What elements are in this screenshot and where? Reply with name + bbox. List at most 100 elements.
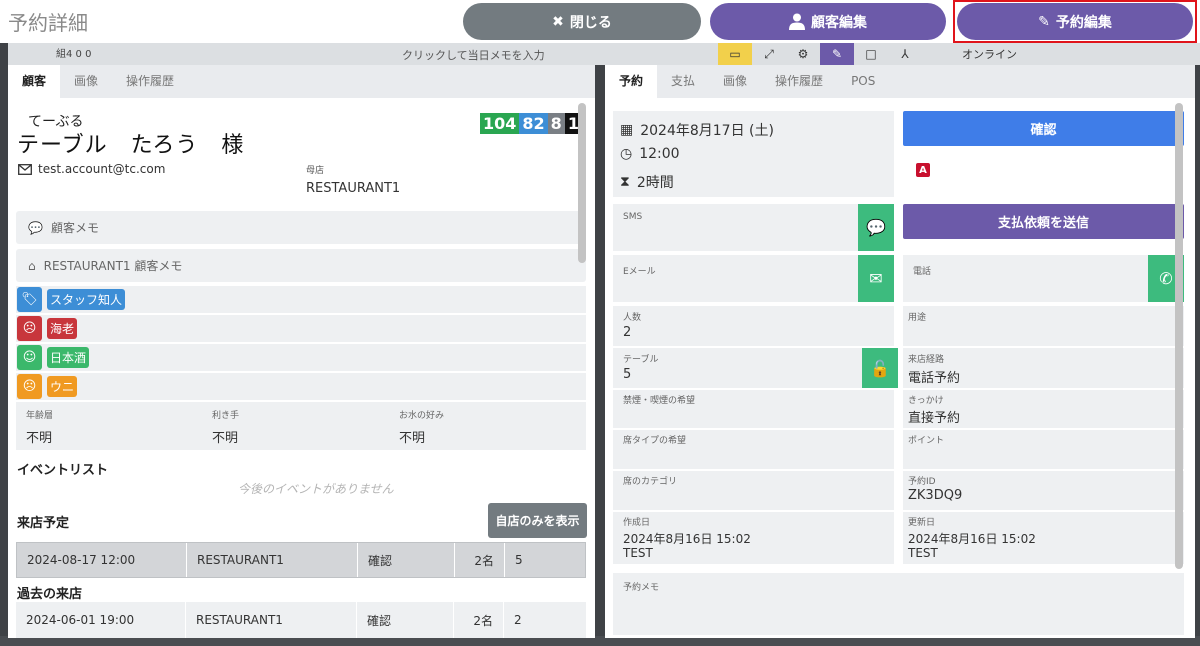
shop-memo-label: RESTAURANT1 顧客メモ	[43, 259, 183, 273]
shop-customer-memo[interactable]: ⌂ RESTAURANT1 顧客メモ	[16, 249, 586, 282]
customer-scrollbar[interactable]	[578, 103, 586, 263]
event-list-title: イベントリスト	[17, 463, 109, 478]
customer-memo[interactable]: 💬 顧客メモ	[16, 211, 586, 244]
sms-field	[613, 204, 894, 251]
attribute-value: 不明	[399, 431, 426, 446]
background-sidebar	[0, 43, 8, 646]
visit-status: 確認	[358, 543, 455, 577]
tab-pos[interactable]: POS	[837, 65, 889, 98]
edit-square-icon[interactable]: ✎	[820, 43, 854, 65]
background-memo-bar: 組4 0 0 クリックして当日メモを入力 ▭ ⤢ ⚙ ✎ □ ⅄ オンライン	[0, 43, 1200, 65]
table-row[interactable]: 2024-08-17 12:00 RESTAURANT1 確認 2名 5	[16, 542, 586, 578]
visit-status: 確認	[357, 602, 454, 638]
tag-row: ☺ 日本酒	[16, 344, 586, 371]
created-by: TEST	[623, 546, 653, 560]
visit-shop: RESTAURANT1	[186, 602, 357, 638]
unlock-icon[interactable]: 🔓	[862, 348, 898, 388]
visit-people: 2名	[454, 602, 504, 638]
reservation-id-value: ZK3DQ9	[908, 488, 963, 503]
tab-history[interactable]: 操作履歴	[112, 65, 188, 98]
reservation-scrollbar[interactable]	[1175, 103, 1183, 569]
store-icon: ⌂	[28, 258, 36, 273]
tab-images[interactable]: 画像	[709, 65, 761, 98]
page-title: 予約詳細	[8, 11, 88, 35]
send-payment-request-button[interactable]: 支払依頼を送信	[903, 204, 1184, 239]
reservation-id-label: 予約ID	[908, 477, 936, 487]
tag-row: ☹ ウニ	[16, 373, 586, 400]
seat-category-label: 席のカテゴリ	[623, 477, 678, 487]
tab-history[interactable]: 操作履歴	[761, 65, 837, 98]
tag-label: 日本酒	[47, 347, 90, 368]
envelope-icon	[18, 163, 32, 175]
gear-icon[interactable]: ⚙	[786, 43, 820, 65]
mail-icon[interactable]: ✉	[858, 255, 894, 302]
source-badge-icon: A	[916, 163, 930, 177]
tab-reservation[interactable]: 予約	[605, 65, 658, 98]
hourglass-icon: ⧗	[620, 174, 630, 190]
home-shop-value: RESTAURANT1	[306, 181, 401, 196]
sms-label: SMS	[623, 212, 643, 222]
updated-by: TEST	[908, 546, 938, 560]
phone-label: 電話	[913, 267, 932, 277]
email-label: Eメール	[623, 267, 656, 277]
route-label: 来店経路	[908, 355, 945, 365]
purpose-field	[903, 306, 1184, 346]
attribute-label: 年齢層	[26, 411, 54, 421]
background-toolbar: ▭ ⤢ ⚙ ✎ □ ⅄	[718, 43, 922, 65]
reservation-date: ▦ 2024年8月17日 (土)	[620, 120, 774, 140]
attribute-water: お水の好み 不明	[399, 408, 444, 446]
upcoming-visits-title: 来店予定	[17, 516, 70, 531]
reservation-memo-field[interactable]	[613, 573, 1184, 635]
customer-tabs: 顧客 画像 操作履歴	[8, 65, 595, 98]
status-confirm-button[interactable]: 確認	[903, 111, 1184, 146]
attribute-label: お水の好み	[399, 411, 445, 421]
square-icon[interactable]: □	[854, 43, 888, 65]
customer-edit-label: 顧客編集	[811, 14, 867, 31]
attribute-age: 年齢層 不明	[26, 408, 53, 446]
tab-images[interactable]: 画像	[60, 65, 112, 98]
sms-chat-icon[interactable]: 💬	[858, 204, 894, 251]
customer-edit-button[interactable]: 顧客編集	[710, 3, 946, 40]
attribute-value: 不明	[26, 431, 53, 446]
expand-icon[interactable]: ⤢	[752, 43, 786, 65]
presentation-icon[interactable]: ▭	[718, 43, 752, 65]
tag-label: ウニ	[47, 376, 78, 397]
points-label: ポイント	[908, 436, 945, 446]
close-button-label: 閉じる	[569, 14, 612, 31]
customer-stat-badges: 104 82 8 1	[480, 113, 582, 134]
reservation-memo-label: 予約メモ	[623, 583, 660, 593]
trigger-label: きっかけ	[908, 396, 944, 406]
duration-text: 2時間	[636, 175, 674, 191]
completed-count-badge: 82	[519, 113, 548, 134]
table-row[interactable]: 2024-06-01 19:00 RESTAURANT1 確認 2名 2	[16, 602, 586, 638]
table-label: テーブル	[623, 355, 659, 365]
home-shop-label: 母店	[306, 166, 325, 176]
customer-email: test.account@tc.com	[18, 162, 165, 176]
tab-payment[interactable]: 支払	[657, 65, 709, 98]
cancel-count-badge: 8	[547, 113, 565, 134]
phone-field	[903, 255, 1184, 302]
customer-panel: 顧客 画像 操作履歴 てーぶる テーブル たろう 様 104 82 8 1 te…	[8, 65, 595, 638]
daily-memo-placeholder[interactable]: クリックして当日メモを入力	[402, 47, 545, 63]
customer-memo-label: 顧客メモ	[50, 221, 99, 235]
clock-icon: ◷	[620, 146, 633, 162]
created-label: 作成日	[623, 518, 651, 528]
reservation-panel: 予約 支払 画像 操作履歴 POS ▦ 2024年8月17日 (土) ◷ 12:…	[605, 65, 1195, 638]
people-value: 2	[623, 325, 632, 340]
smile-face-icon: ☺	[17, 345, 42, 370]
only-my-shop-button[interactable]: 自店のみを表示	[488, 503, 587, 538]
no-events-text: 今後のイベントがありません	[238, 482, 394, 496]
visit-table: 2	[514, 613, 522, 627]
visit-datetime: 2024-06-01 19:00	[16, 602, 186, 638]
comment-icon: 💬	[28, 220, 43, 235]
table-value: 5	[623, 367, 632, 382]
network-icon[interactable]: ⅄	[888, 43, 922, 65]
created-value: 2024年8月16日 15:02	[623, 532, 751, 546]
updated-value: 2024年8月16日 15:02	[908, 532, 1036, 546]
points-field	[903, 430, 1184, 469]
close-button[interactable]: ✖ 閉じる	[463, 3, 701, 40]
visit-table: 5	[515, 553, 523, 567]
tab-customer[interactable]: 顧客	[8, 65, 61, 98]
customer-name: テーブル たろう 様	[17, 133, 245, 158]
reservation-duration: ⧗ 2時間	[620, 172, 674, 192]
